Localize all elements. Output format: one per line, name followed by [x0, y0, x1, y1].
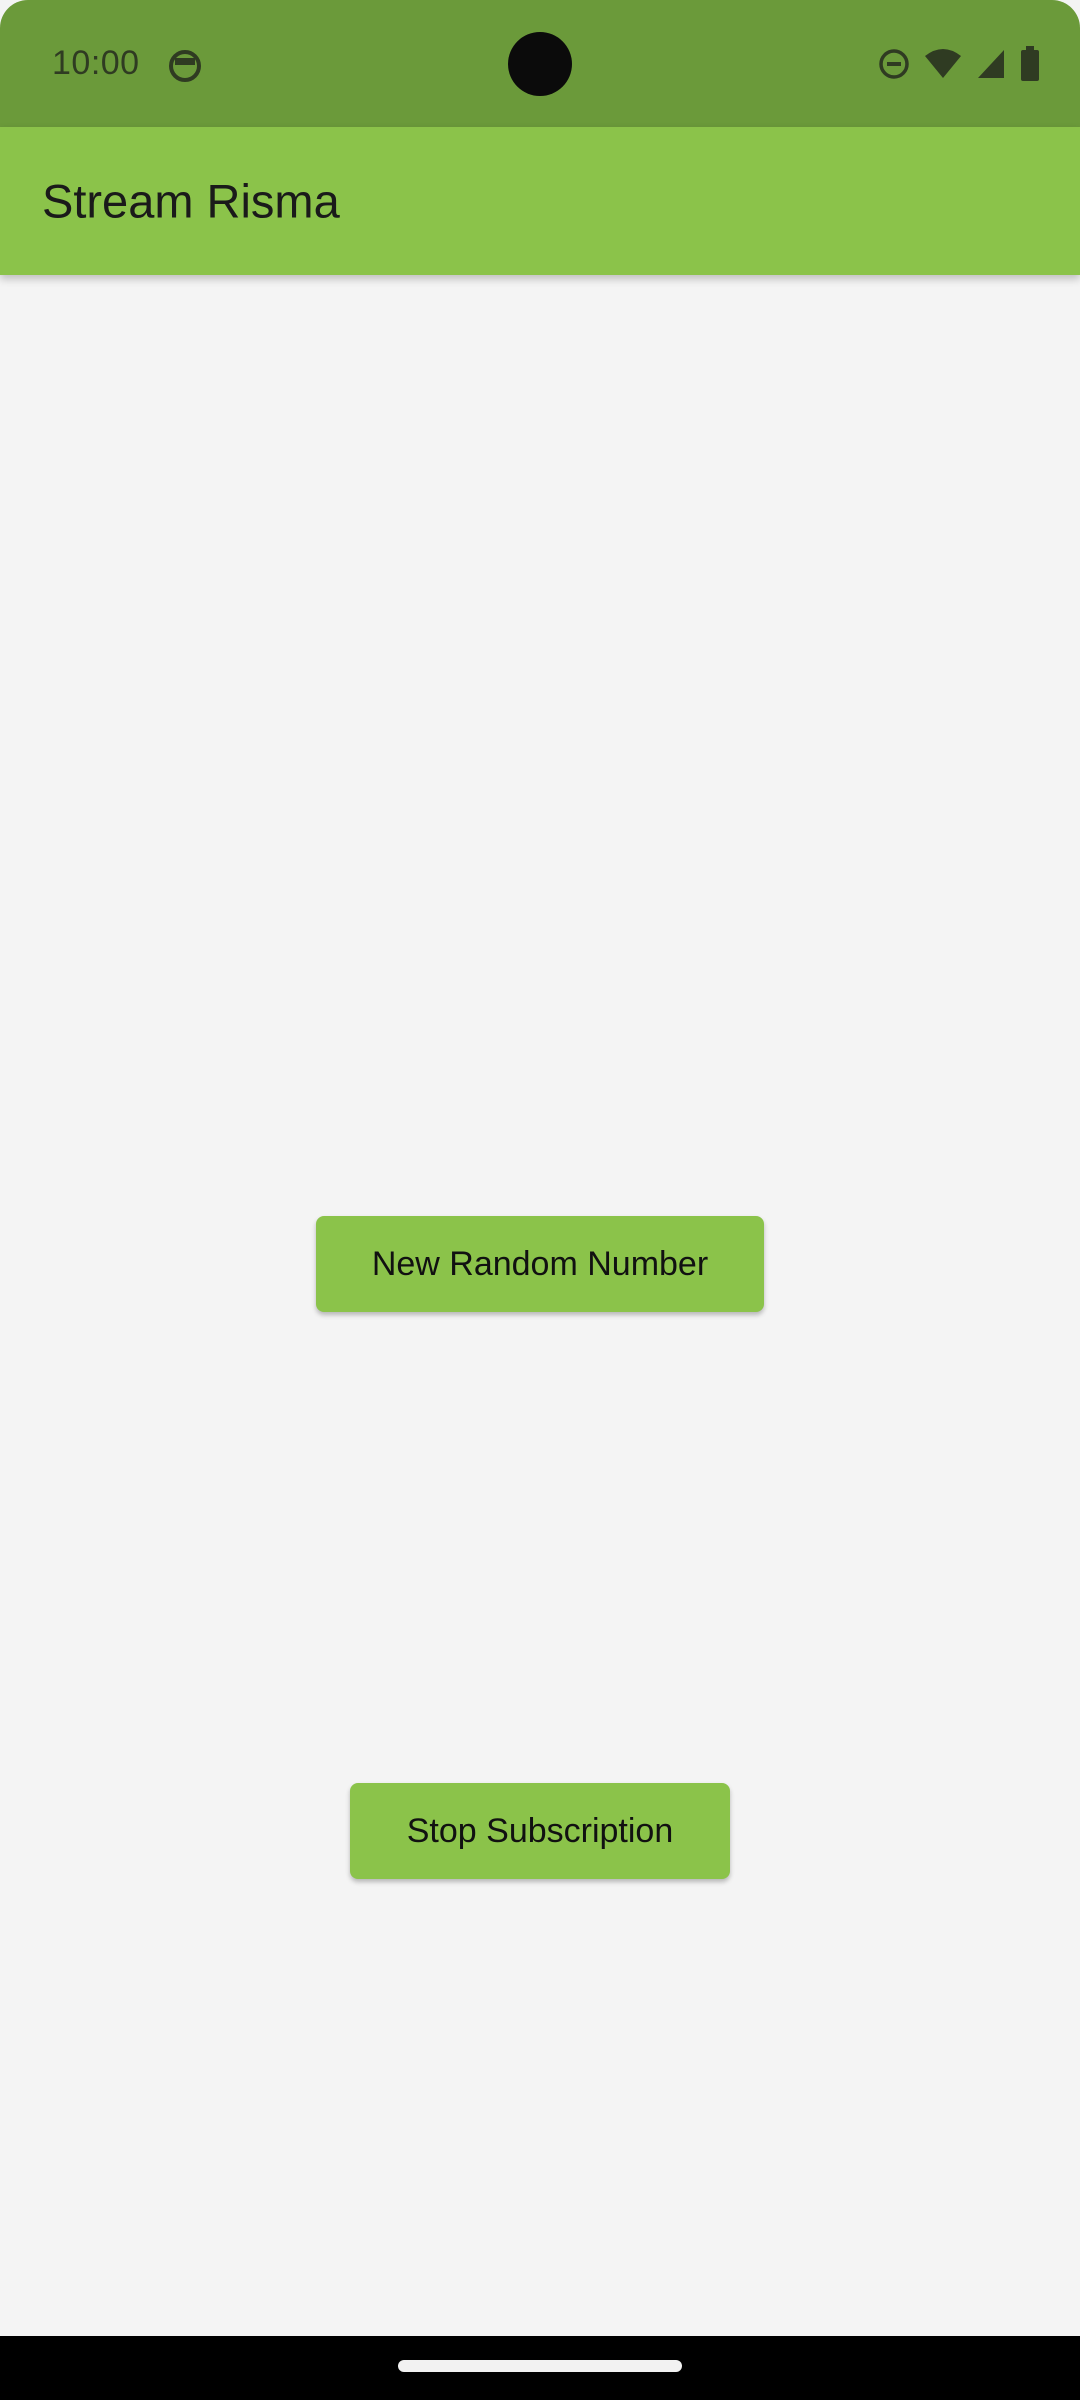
- do-not-disturb-icon: [879, 49, 909, 79]
- camera-cutout: [508, 32, 572, 96]
- status-bar: 10:00: [0, 0, 1080, 127]
- home-gesture-handle[interactable]: [398, 2360, 682, 2372]
- cell-signal-icon: [978, 50, 1004, 78]
- stop-subscription-button[interactable]: Stop Subscription: [350, 1783, 730, 1879]
- wifi-icon: [925, 49, 961, 78]
- app-bar: Stream Risma: [0, 127, 1080, 275]
- app-title: Stream Risma: [42, 174, 340, 228]
- new-random-number-button[interactable]: New Random Number: [316, 1216, 764, 1312]
- status-time: 10:00: [52, 44, 140, 82]
- navigation-bar: [0, 2336, 1080, 2400]
- app-notification-icon: [169, 50, 201, 82]
- battery-icon: [1021, 46, 1039, 81]
- status-icons: [878, 46, 1040, 82]
